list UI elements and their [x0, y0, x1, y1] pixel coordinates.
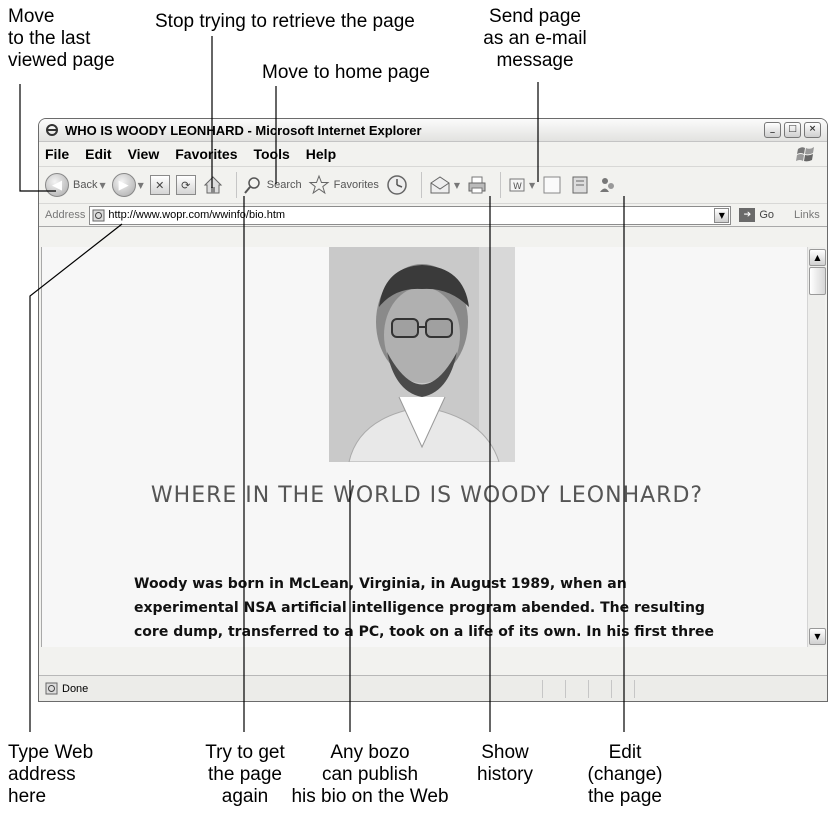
research-button[interactable]	[569, 174, 591, 196]
chevron-down-icon[interactable]: ▼	[529, 181, 535, 190]
callout-history: Show history	[477, 742, 533, 785]
page-content: WHERE IN THE WORLD IS WOODY LEONHARD? Wo…	[41, 247, 808, 647]
edit-button[interactable]: W ▼	[507, 175, 535, 195]
callout-send-page: Send page as an e-mail message	[483, 6, 587, 71]
research-icon	[572, 176, 588, 194]
messenger-button[interactable]	[597, 174, 619, 196]
menu-file[interactable]: File	[45, 146, 69, 162]
home-icon	[203, 176, 222, 194]
favorites-label: Favorites	[333, 179, 379, 191]
status-cell	[565, 679, 588, 698]
callout-stop: Stop trying to retrieve the page	[155, 11, 415, 32]
star-icon	[308, 174, 330, 195]
menu-edit[interactable]: Edit	[85, 146, 111, 162]
search-label: Search	[266, 179, 302, 191]
address-url: http://www.wopr.com/wwinfo/bio.htm	[108, 209, 286, 221]
scroll-down-icon[interactable]: ▼	[809, 628, 826, 645]
toolbar: ◀ Back ▼ ▶ ▼ ✕ ⟳ Search Favorites ▼ W ▼	[39, 167, 827, 204]
address-input[interactable]: http://www.wopr.com/wwinfo/bio.htm ▼	[89, 205, 732, 225]
svg-text:W: W	[513, 182, 522, 192]
history-icon	[387, 175, 407, 195]
go-button[interactable]: ➔ Go	[739, 208, 774, 222]
status-cell	[611, 679, 634, 698]
search-icon	[244, 177, 260, 194]
go-label: Go	[759, 209, 775, 221]
menu-view[interactable]: View	[128, 146, 160, 162]
note-icon	[543, 176, 561, 194]
menu-help[interactable]: Help	[306, 146, 336, 162]
back-arrow-icon: ◀	[45, 173, 69, 197]
search-button[interactable]: Search	[243, 175, 302, 195]
status-bar: Done	[39, 675, 827, 701]
portrait-photo	[329, 247, 515, 462]
messenger-icon	[600, 178, 615, 192]
chevron-down-icon[interactable]: ▼	[99, 181, 105, 190]
scroll-up-icon[interactable]: ▲	[809, 249, 826, 266]
menu-tools[interactable]: Tools	[253, 146, 289, 162]
callout-home: Move to home page	[262, 62, 430, 83]
menu-bar: File Edit View Favorites Tools Help	[39, 142, 827, 167]
links-button[interactable]: Links	[794, 209, 820, 221]
edit-icon: W	[509, 178, 525, 192]
browser-window: WHO IS WOODY LEONHARD - Microsoft Intern…	[38, 118, 828, 702]
go-arrow-icon: ➔	[739, 208, 756, 222]
mail-icon	[430, 176, 450, 194]
callout-edit: Edit (change) the page	[587, 742, 663, 807]
title-bar: WHO IS WOODY LEONHARD - Microsoft Intern…	[39, 119, 827, 142]
ie-icon	[46, 124, 58, 136]
chevron-down-icon[interactable]: ▼	[138, 181, 144, 190]
close-button[interactable]: ×	[804, 122, 821, 138]
history-button[interactable]	[385, 173, 409, 197]
favorites-button[interactable]: Favorites	[308, 174, 379, 196]
home-button[interactable]	[202, 174, 224, 196]
address-bar: Address http://www.wopr.com/wwinfo/bio.h…	[39, 204, 827, 227]
address-label: Address	[45, 209, 86, 221]
stop-button[interactable]: ✕	[149, 175, 170, 195]
menu-favorites[interactable]: Favorites	[175, 146, 237, 162]
page-body-text: Woody was born in McLean, Virginia, in A…	[134, 576, 715, 640]
page-icon	[45, 682, 58, 695]
callout-address: Type Web address here	[8, 742, 94, 807]
scroll-thumb[interactable]	[809, 267, 826, 295]
discuss-button[interactable]	[541, 174, 563, 196]
callout-bozo: Any bozo can publish his bio on the Web	[291, 742, 449, 807]
vertical-scrollbar[interactable]: ▲ ▼	[807, 247, 826, 647]
status-text: Done	[62, 682, 89, 695]
mail-button[interactable]: ▼	[428, 174, 460, 196]
toolbar-separator	[235, 172, 237, 198]
forward-button[interactable]: ▶ ▼	[111, 173, 144, 197]
back-label: Back	[73, 179, 98, 191]
toolbar-separator	[500, 172, 502, 198]
forward-arrow-icon: ▶	[111, 173, 136, 197]
callout-last-page: Move to the last viewed page	[8, 6, 115, 71]
stop-icon: ✕	[149, 175, 170, 195]
minimize-button[interactable]: _	[764, 122, 781, 138]
refresh-button[interactable]: ⟳	[175, 175, 196, 195]
refresh-icon: ⟳	[175, 175, 196, 195]
window-title: WHO IS WOODY LEONHARD - Microsoft Intern…	[65, 122, 422, 138]
maximize-button[interactable]: □	[784, 122, 801, 138]
print-button[interactable]	[466, 174, 488, 196]
status-cell	[588, 679, 611, 698]
back-button[interactable]: ◀ Back ▼	[45, 173, 106, 197]
printer-icon	[468, 176, 486, 194]
page-heading: WHERE IN THE WORLD IS WOODY LEONHARD?	[150, 483, 704, 508]
chevron-down-icon[interactable]: ▼	[714, 207, 730, 223]
windows-flag-icon	[796, 147, 814, 162]
chevron-down-icon[interactable]: ▼	[454, 181, 460, 190]
page-icon	[92, 209, 105, 221]
status-cell	[634, 679, 775, 698]
status-cell	[542, 679, 565, 698]
toolbar-separator	[420, 172, 422, 198]
